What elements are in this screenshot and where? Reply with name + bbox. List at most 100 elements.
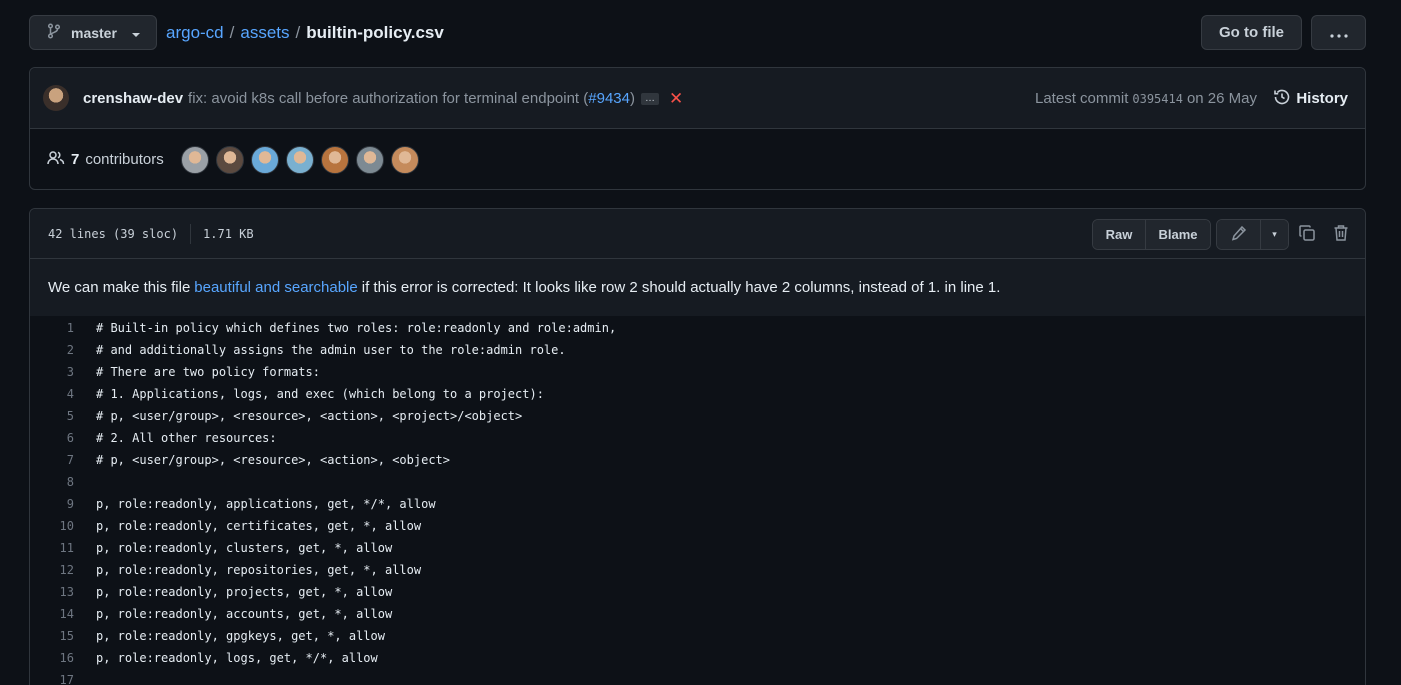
commit-message-suffix: ) (629, 90, 635, 107)
line-content: p, role:readonly, logs, get, */*, allow (96, 651, 378, 665)
latest-commit-label: Latest commit (1035, 90, 1129, 107)
line-number[interactable]: 4 (30, 387, 74, 401)
csv-error-notice: We can make this file beautiful and sear… (30, 259, 1365, 317)
history-icon (1273, 88, 1291, 110)
code-line: 13 p, role:readonly, projects, get, *, al… (30, 581, 1365, 603)
file-size: 1.71 KB (203, 227, 254, 241)
line-number[interactable]: 14 (30, 607, 74, 621)
pencil-icon (1231, 225, 1247, 244)
contributors-row: 7 contributors (30, 129, 1365, 190)
line-number[interactable]: 6 (30, 431, 74, 445)
commit-message-link[interactable]: fix: avoid k8s call before authorization… (188, 90, 635, 107)
history-label: History (1296, 90, 1348, 107)
contributor-avatars (181, 146, 419, 174)
blame-button[interactable]: Blame (1146, 220, 1210, 249)
line-content: # p, <user/group>, <resource>, <action>,… (96, 409, 523, 423)
file-viewer: 42 lines (39 sloc) 1.71 KB Raw Blame ▾ W… (29, 208, 1366, 685)
line-number[interactable]: 8 (30, 475, 74, 489)
file-info: 42 lines (39 sloc) 1.71 KB (48, 209, 254, 259)
line-number[interactable]: 15 (30, 629, 74, 643)
code-line: 1 # Built-in policy which defines two rol… (30, 317, 1365, 339)
chevron-down-icon: ▾ (1272, 229, 1277, 239)
code-line: 17 (30, 669, 1365, 685)
kebab-horizontal-icon (1329, 25, 1348, 41)
file-line-count: 42 lines (39 sloc) (48, 227, 179, 241)
line-content: p, role:readonly, applications, get, */*… (96, 497, 436, 511)
line-number[interactable]: 5 (30, 409, 74, 423)
line-content: p, role:readonly, clusters, get, *, allo… (96, 541, 393, 555)
line-number[interactable]: 12 (30, 563, 74, 577)
breadcrumb-folder-link[interactable]: assets (240, 23, 289, 43)
edit-file-button[interactable] (1217, 220, 1261, 249)
breadcrumb-repo-link[interactable]: argo-cd (166, 23, 224, 43)
commit-date: on 26 May (1186, 90, 1257, 107)
file-header: 42 lines (39 sloc) 1.71 KB Raw Blame ▾ (30, 209, 1365, 259)
code-line: 5 # p, <user/group>, <resource>, <action>… (30, 405, 1365, 427)
author-avatar[interactable] (43, 85, 69, 111)
copy-icon[interactable] (1298, 224, 1316, 245)
line-number[interactable]: 3 (30, 365, 74, 379)
commit-row: crenshaw-dev fix: avoid k8s call before … (30, 68, 1365, 129)
code-line: 6 # 2. All other resources: (30, 427, 1365, 449)
commit-meta: Latest commit 0395414 on 26 May (1035, 68, 1257, 129)
line-number[interactable]: 11 (30, 541, 74, 555)
edit-group: ▾ (1216, 219, 1289, 250)
breadcrumb-separator: / (229, 22, 235, 42)
contributor-avatar[interactable] (216, 146, 244, 174)
trash-icon[interactable] (1333, 224, 1349, 245)
expand-commit-message-button[interactable]: … (640, 92, 659, 105)
divider (190, 224, 192, 244)
contributor-avatar[interactable] (181, 146, 209, 174)
branch-name: master (71, 24, 117, 41)
contributors-count: 7 (71, 151, 80, 168)
contributor-avatar[interactable] (251, 146, 279, 174)
top-bar: master argo-cd / assets / builtin-policy… (29, 15, 1366, 50)
pull-request-link[interactable]: #9434 (588, 90, 630, 107)
line-content: p, role:readonly, gpgkeys, get, *, allow (96, 629, 385, 643)
people-icon (47, 150, 65, 170)
line-content: p, role:readonly, repositories, get, *, … (96, 563, 422, 577)
commit-author-link[interactable]: crenshaw-dev (83, 90, 183, 107)
code-line: 11 p, role:readonly, clusters, get, *, al… (30, 537, 1365, 559)
code-line: 2 # and additionally assigns the admin us… (30, 339, 1365, 361)
edit-options-dropdown[interactable]: ▾ (1261, 220, 1288, 249)
history-link[interactable]: History (1273, 68, 1348, 129)
branch-selector-button[interactable]: master (29, 15, 157, 50)
commit-sha-link[interactable]: 0395414 (1132, 92, 1183, 106)
contributor-avatar[interactable] (286, 146, 314, 174)
line-content: p, role:readonly, certificates, get, *, … (96, 519, 422, 533)
go-to-file-button[interactable]: Go to file (1201, 15, 1302, 50)
code-view: 1 # Built-in policy which defines two rol… (30, 317, 1365, 685)
line-number[interactable]: 17 (30, 673, 74, 685)
commit-summary: crenshaw-dev fix: avoid k8s call before … (83, 68, 683, 129)
contributor-avatar[interactable] (391, 146, 419, 174)
code-line: 12 p, role:readonly, repositories, get, *… (30, 559, 1365, 581)
raw-button[interactable]: Raw (1093, 220, 1146, 249)
code-line: 9 p, role:readonly, applications, get, */… (30, 493, 1365, 515)
contributors-link[interactable]: 7 contributors (47, 129, 164, 190)
beautiful-and-searchable-link[interactable]: beautiful and searchable (194, 279, 357, 296)
line-content: # 2. All other resources: (96, 431, 277, 445)
code-line: 15 p, role:readonly, gpgkeys, get, *, all… (30, 625, 1365, 647)
line-number[interactable]: 9 (30, 497, 74, 511)
code-line: 8 (30, 471, 1365, 493)
notice-suffix: if this error is corrected: It looks lik… (361, 279, 1001, 296)
line-number[interactable]: 7 (30, 453, 74, 467)
line-content: p, role:readonly, accounts, get, *, allo… (96, 607, 393, 621)
contributor-avatar[interactable] (321, 146, 349, 174)
line-number[interactable]: 2 (30, 343, 74, 357)
notice-prefix: We can make this file (48, 279, 191, 296)
line-number[interactable]: 16 (30, 651, 74, 665)
line-number[interactable]: 13 (30, 585, 74, 599)
more-options-button[interactable] (1311, 15, 1366, 50)
line-number[interactable]: 10 (30, 519, 74, 533)
breadcrumb-separator: / (295, 22, 301, 42)
contributors-label: contributors (85, 151, 164, 168)
line-content: # There are two policy formats: (96, 365, 320, 379)
failed-check-icon[interactable]: ✕ (669, 89, 683, 109)
contributor-avatar[interactable] (356, 146, 384, 174)
raw-blame-group: Raw Blame (1092, 219, 1211, 250)
line-number[interactable]: 1 (30, 321, 74, 335)
line-content: # and additionally assigns the admin use… (96, 343, 566, 357)
commit-message-text: fix: avoid k8s call before authorization… (188, 90, 589, 107)
